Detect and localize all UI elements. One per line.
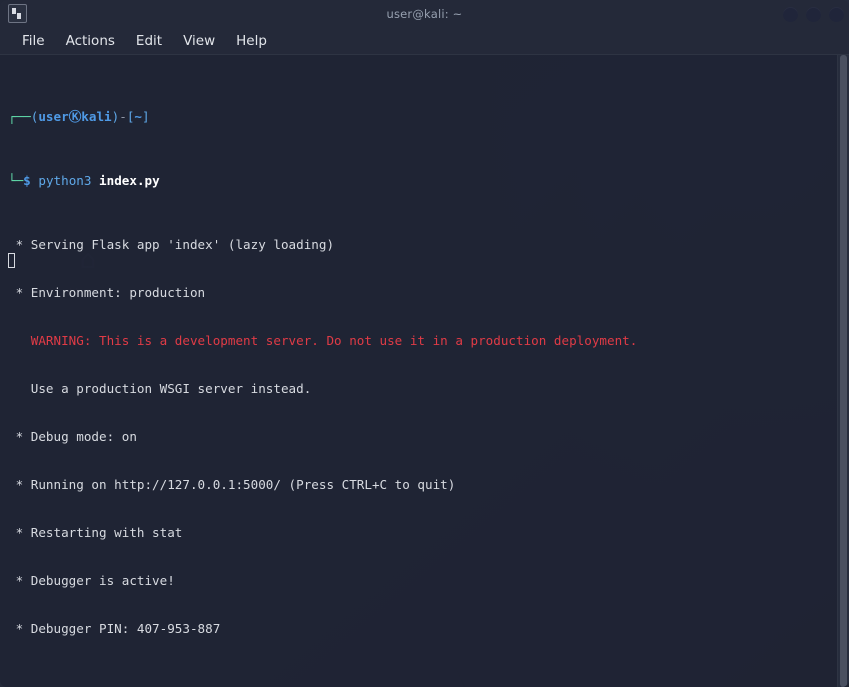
prompt-dash: -: [119, 109, 127, 124]
prompt-user: user: [38, 109, 69, 124]
terminal-window: user@kali: ~ File Actions Edit View Help…: [0, 0, 849, 687]
output-line: * Debugger PIN: 407-953-887: [8, 621, 221, 636]
output-line: * Environment: production: [8, 285, 206, 300]
output-line: * Debugger is active!: [8, 573, 175, 588]
prompt-box-top: ┌──: [8, 109, 31, 124]
prompt-dollar: $: [23, 173, 31, 188]
output-line: * Serving Flask app 'index' (lazy loadin…: [8, 237, 335, 252]
command-arg: index.py: [99, 173, 160, 188]
output-line-warning: WARNING: This is a development server. D…: [8, 333, 638, 348]
maximize-button[interactable]: [806, 6, 821, 22]
close-button[interactable]: [829, 6, 844, 22]
window-title: user@kali: ~: [386, 7, 463, 21]
terminal-scrollbar[interactable]: [837, 55, 849, 687]
prompt-host: kali: [81, 109, 112, 124]
terminal-output: ┌──(userⓀkali)-[~] └─$ python3 index.py …: [8, 61, 831, 669]
prompt-path: ~: [134, 109, 142, 124]
prompt-box-bottom: └─: [8, 173, 24, 188]
output-line: * Restarting with stat: [8, 525, 183, 540]
minimize-button[interactable]: [783, 6, 798, 22]
menu-item-edit[interactable]: Edit: [128, 31, 170, 51]
window-titlebar[interactable]: user@kali: ~: [0, 0, 849, 28]
menubar: File Actions Edit View Help: [0, 28, 849, 55]
menu-item-actions[interactable]: Actions: [58, 31, 123, 51]
output-line: * Debug mode: on: [8, 429, 137, 444]
menu-item-view[interactable]: View: [175, 31, 223, 51]
menu-item-file[interactable]: File: [14, 31, 53, 51]
terminal-icon-glyph: [12, 8, 16, 14]
terminal-body[interactable]: ┌──(userⓀkali)-[~] └─$ python3 index.py …: [0, 55, 849, 687]
menu-item-help[interactable]: Help: [228, 31, 275, 51]
prompt-line-2: └─$ python3 index.py: [8, 173, 831, 189]
terminal-icon: [8, 4, 27, 23]
prompt-line-1: ┌──(userⓀkali)-[~]: [8, 109, 831, 125]
output-line: * Running on http://127.0.0.1:5000/ (Pre…: [8, 477, 456, 492]
terminal-cursor: [8, 253, 15, 268]
command-prefix: python3: [38, 173, 92, 188]
kali-mark-icon: Ⓚ: [68, 109, 82, 124]
scrollbar-thumb[interactable]: [840, 55, 847, 687]
window-controls: [783, 0, 847, 28]
prompt-bracket-close: ]: [142, 109, 150, 124]
output-line: Use a production WSGI server instead.: [8, 381, 312, 396]
